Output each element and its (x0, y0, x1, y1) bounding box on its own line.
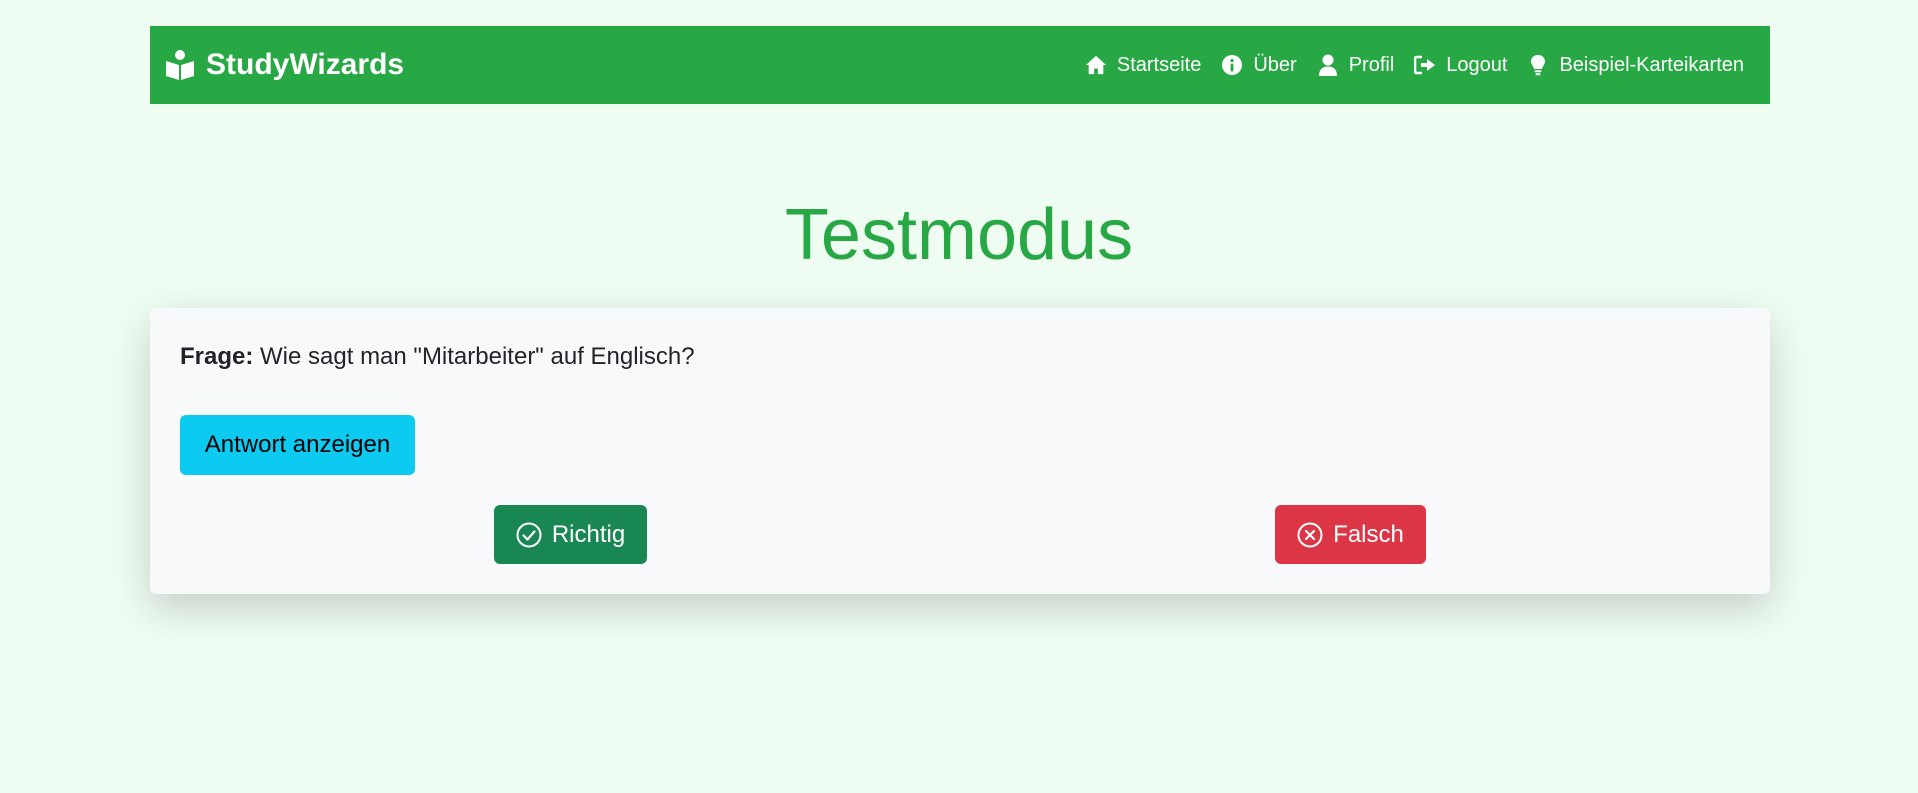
navbar: StudyWizards Startseite Über Profil Logo… (150, 26, 1770, 104)
brand-link[interactable]: StudyWizards (164, 48, 404, 82)
nav-link-logout[interactable]: Logout (1414, 54, 1507, 77)
question-label: Frage: (180, 343, 254, 370)
nav-link-label: Über (1253, 53, 1297, 76)
nav-links: Startseite Über Profil Logout Beispiel-K… (1085, 54, 1744, 77)
nav-link-startseite[interactable]: Startseite (1085, 54, 1201, 77)
nav-link-beispiel-karteikarten[interactable]: Beispiel-Karteikarten (1527, 54, 1744, 77)
flashcard: Frage: Wie sagt man "Mitarbeiter" auf En… (150, 308, 1770, 594)
page-title: Testmodus (784, 195, 1134, 275)
question: Frage: Wie sagt man "Mitarbeiter" auf En… (180, 342, 695, 372)
check-circle-icon (516, 522, 542, 548)
question-text: Wie sagt man "Mitarbeiter" auf Englisch? (260, 343, 695, 370)
correct-button[interactable]: Richtig (494, 505, 647, 564)
info-circle-icon (1221, 54, 1243, 76)
nav-link-label: Startseite (1116, 53, 1202, 76)
lightbulb-icon (1527, 54, 1549, 76)
wrong-button[interactable]: Falsch (1275, 505, 1426, 564)
correct-button-label: Richtig (551, 520, 626, 548)
book-reader-icon (164, 49, 196, 81)
show-answer-button[interactable]: Antwort anzeigen (180, 415, 415, 475)
nav-link-profil[interactable]: Profil (1317, 53, 1395, 77)
nav-link-label: Beispiel-Karteikarten (1559, 53, 1744, 76)
user-icon (1317, 54, 1339, 76)
wrong-button-label: Falsch (1333, 520, 1404, 548)
nav-link-label: Profil (1348, 53, 1395, 76)
nav-link-ueber[interactable]: Über (1221, 53, 1297, 77)
nav-link-label: Logout (1446, 53, 1508, 76)
home-icon (1085, 54, 1107, 76)
x-circle-icon (1297, 522, 1323, 548)
sign-out-icon (1414, 54, 1436, 76)
brand-name: StudyWizards (206, 48, 405, 81)
